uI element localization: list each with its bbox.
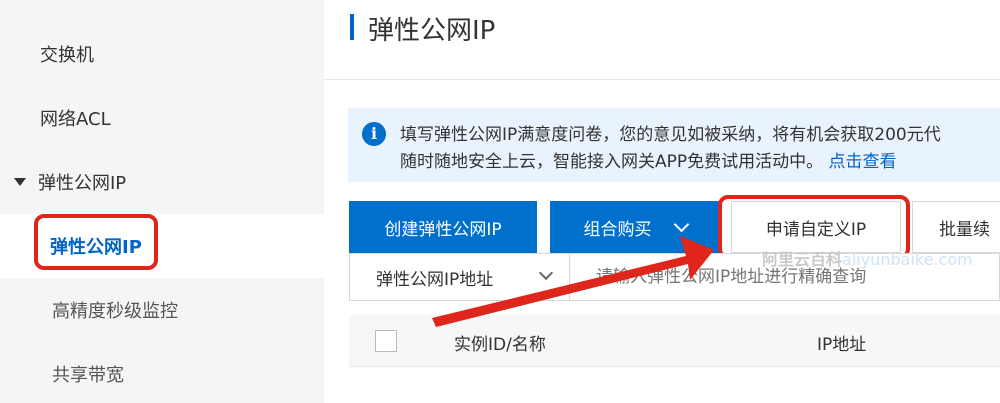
watermark-cn: 阿里云百科 <box>762 250 843 269</box>
notice-view-link[interactable]: 点击查看 <box>829 152 897 172</box>
watermark: 阿里云百科aliyunbaike.com <box>762 246 973 270</box>
info-icon: i <box>362 122 386 146</box>
notice-banner: i 填写弹性公网IP满意度问卷，您的意见如被采纳，将有机会获取200元代 随时随… <box>348 108 1000 182</box>
page-header: 弹性公网IP <box>324 0 1000 80</box>
sidebar-item-label: 共享带宽 <box>52 365 124 386</box>
chevron-down-icon <box>538 265 554 281</box>
button-label: 创建弹性公网IP <box>384 219 502 240</box>
notice-line-2: 随时随地安全上云，智能接入网关APP免费试用活动中。 点击查看 <box>400 147 897 172</box>
sidebar-group-label: 弹性公网IP <box>38 173 127 194</box>
create-eip-button[interactable]: 创建弹性公网IP <box>349 201 537 253</box>
sidebar: 交换机 网络ACL 弹性公网IP 弹性公网IP 高精度秒级监控 共享带宽 <box>0 0 324 403</box>
notice-text: 随时随地安全上云，智能接入网关APP免费试用活动中。 <box>400 152 824 172</box>
notice-line-1: 填写弹性公网IP满意度问卷，您的意见如被采纳，将有机会获取200元代 <box>400 125 941 145</box>
button-label: 批量续 <box>939 219 990 240</box>
search-field-select[interactable]: 弹性公网IP地址 <box>349 253 570 301</box>
highlight-box-sidebar <box>34 214 158 270</box>
select-all-checkbox[interactable] <box>375 330 397 352</box>
sidebar-item-label: 网络ACL <box>40 109 111 130</box>
sidebar-item-vswitch[interactable]: 交换机 <box>0 22 324 86</box>
chevron-down-icon <box>673 216 689 232</box>
search-select-label: 弹性公网IP地址 <box>376 269 494 290</box>
title-accent-bar <box>350 14 354 40</box>
table-header: 实例ID/名称 IP地址 <box>349 315 1000 367</box>
watermark-en: aliyunbaike.com <box>842 250 973 269</box>
button-label: 组合购买 <box>583 219 652 240</box>
sidebar-item-shared-bandwidth[interactable]: 共享带宽 <box>0 342 324 403</box>
sidebar-group-eip[interactable]: 弹性公网IP <box>0 150 324 214</box>
sidebar-item-monitoring[interactable]: 高精度秒级监控 <box>0 278 324 342</box>
caret-down-icon <box>14 178 26 186</box>
sidebar-item-label: 交换机 <box>40 45 94 66</box>
sidebar-item-network-acl[interactable]: 网络ACL <box>0 86 324 150</box>
column-header-ip: IP地址 <box>817 335 867 355</box>
combo-purchase-button[interactable]: 组合购买 <box>550 201 720 253</box>
column-header-instance: 实例ID/名称 <box>454 335 546 355</box>
page-title: 弹性公网IP <box>368 16 496 46</box>
sidebar-item-label: 高精度秒级监控 <box>52 301 178 322</box>
